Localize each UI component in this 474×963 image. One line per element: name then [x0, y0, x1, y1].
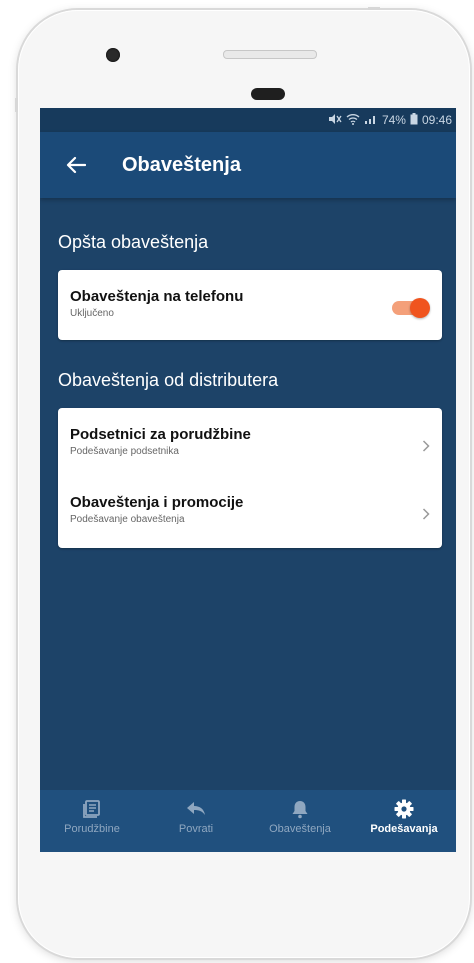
bell-icon	[291, 798, 309, 820]
nav-item-notifications[interactable]: Obaveštenja	[248, 790, 352, 852]
arrow-left-icon[interactable]	[66, 154, 88, 176]
clock: 09:46	[421, 113, 452, 127]
bottom-navigation: Porudžbine Povrati Obaveštenja Podešavan…	[40, 790, 456, 852]
setting-title: Podsetnici za porudžbine	[70, 426, 251, 443]
nav-label: Obaveštenja	[269, 823, 331, 835]
section-title-distributor: Obaveštenja od distributera	[58, 370, 279, 390]
setting-row-promotions[interactable]: Obaveštenja i promocije Podešavanje obav…	[70, 494, 430, 525]
app-bar: Obaveštenja	[40, 132, 456, 198]
nav-label: Podešavanja	[370, 823, 438, 835]
battery-percent: 74%	[381, 113, 406, 127]
setting-subtitle: Uključeno	[70, 308, 114, 319]
setting-title: Obaveštenja na telefonu	[70, 288, 244, 305]
battery-icon	[410, 112, 418, 128]
orders-icon	[82, 798, 102, 820]
nav-label: Povrati	[178, 823, 214, 835]
nav-item-settings[interactable]: Podešavanja	[352, 790, 456, 852]
chevron-right-icon	[422, 436, 430, 457]
signal-icon	[364, 113, 378, 128]
wifi-icon	[346, 113, 360, 128]
status-bar: 74% 09:46	[40, 108, 456, 132]
page-title: Obaveštenja	[122, 153, 241, 176]
setting-subtitle: Podešavanje obaveštenja	[70, 514, 185, 525]
gear-icon	[394, 798, 414, 820]
distributor-settings-card: Podsetnici za porudžbine Podešavanje pod…	[58, 408, 442, 548]
app-screen: 74% 09:46 Obaveštenja Opšta obaveštenja …	[40, 108, 456, 852]
general-settings-card: Obaveštenja na telefonu Uključeno	[58, 270, 442, 340]
phone-top-button	[368, 7, 380, 10]
mute-icon	[328, 113, 342, 128]
front-camera	[106, 48, 120, 62]
nav-label: Porudžbine	[64, 823, 120, 835]
nav-item-returns[interactable]: Povrati	[144, 790, 248, 852]
setting-subtitle: Podešavanje podsetnika	[70, 446, 179, 457]
setting-row-phone-notifications[interactable]: Obaveštenja na telefonu Uključeno	[70, 288, 430, 319]
phone-side-button	[15, 98, 18, 112]
chevron-right-icon	[422, 504, 430, 525]
setting-title: Obaveštenja i promocije	[70, 494, 244, 511]
earpiece-speaker	[223, 50, 317, 59]
section-title-general: Opšta obaveštenja	[58, 232, 209, 252]
notifications-toggle[interactable]	[392, 298, 430, 318]
toggle-thumb	[410, 298, 430, 318]
proximity-sensor	[251, 88, 285, 100]
setting-row-order-reminders[interactable]: Podsetnici za porudžbine Podešavanje pod…	[70, 426, 430, 457]
nav-item-orders[interactable]: Porudžbine	[40, 790, 144, 852]
reply-icon	[185, 798, 207, 820]
